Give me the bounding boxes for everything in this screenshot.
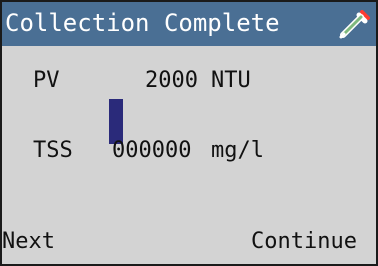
- dropper-icon: [339, 10, 370, 39]
- pv-value: 2000: [145, 68, 198, 93]
- device-screen: Collection Complete PV 2000 NTU TSS 0000…: [0, 0, 378, 266]
- screen-title: Collection Complete: [5, 9, 280, 37]
- tss-label: TSS: [33, 138, 73, 163]
- title-bar: Collection Complete: [2, 2, 376, 46]
- pv-unit: NTU: [211, 68, 251, 93]
- continue-softkey[interactable]: Continue: [251, 228, 357, 256]
- tss-unit: mg/l: [211, 138, 264, 163]
- pv-label: PV: [33, 68, 60, 93]
- tss-value-input[interactable]: 000000: [112, 137, 191, 165]
- next-softkey[interactable]: Next: [2, 228, 55, 256]
